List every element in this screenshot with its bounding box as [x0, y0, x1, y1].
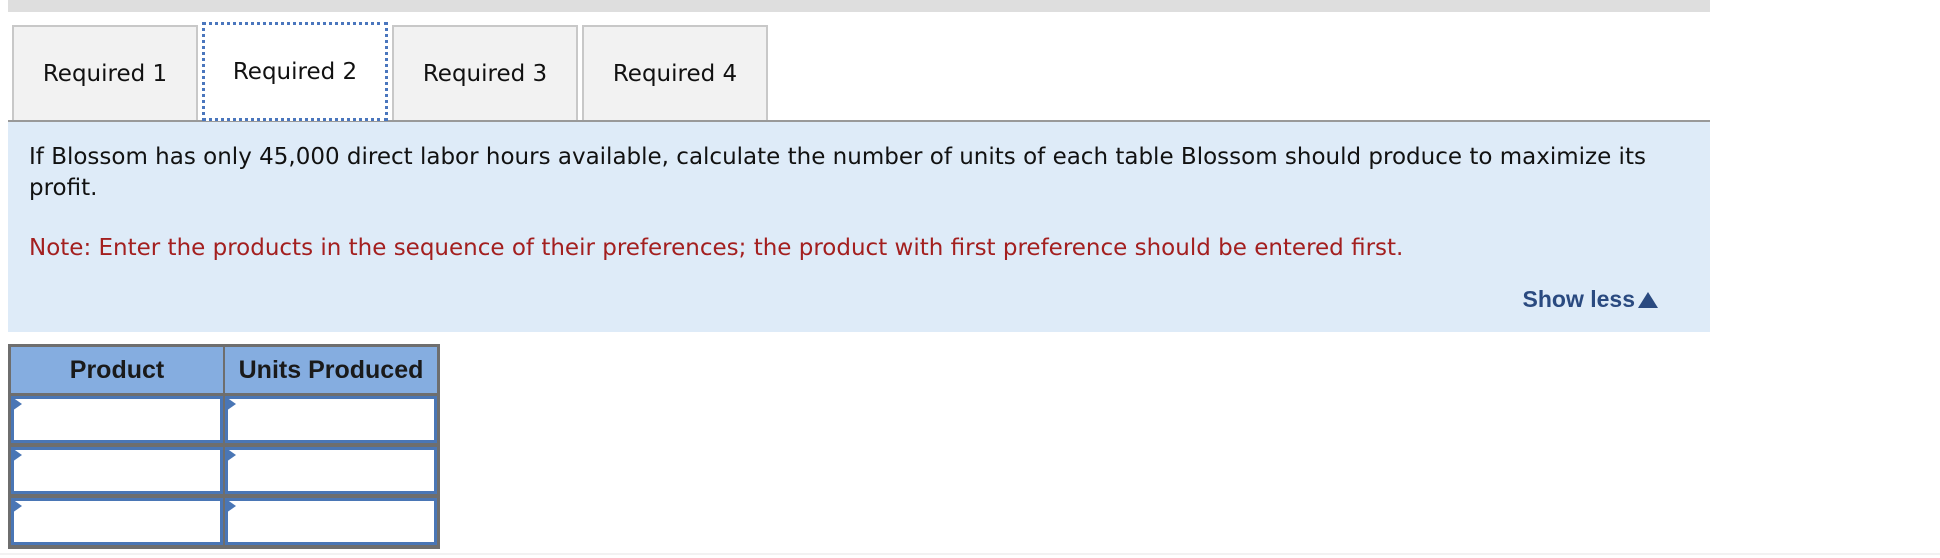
- units-input-1[interactable]: [228, 399, 434, 440]
- answer-table: Product Units Produced: [8, 344, 440, 549]
- units-input-3[interactable]: [228, 501, 434, 542]
- triangle-up-icon: [1638, 291, 1658, 308]
- table-row: [8, 444, 440, 497]
- units-cell: [225, 396, 437, 443]
- tab-required-3[interactable]: Required 3: [392, 25, 578, 121]
- question-text: If Blossom has only 45,000 direct labor …: [29, 144, 1646, 201]
- header-product: Product: [8, 344, 225, 395]
- question-panel: If Blossom has only 45,000 direct labor …: [8, 122, 1710, 332]
- tab-required-1[interactable]: Required 1: [12, 25, 198, 121]
- product-input-2[interactable]: [14, 450, 220, 491]
- table-row: [8, 393, 440, 446]
- product-cell: [11, 447, 223, 494]
- tab-bar: Required 1 Required 2 Required 3 Require…: [12, 22, 772, 121]
- units-cell: [225, 447, 437, 494]
- product-input-1[interactable]: [14, 399, 220, 440]
- product-cell: [11, 498, 223, 545]
- header-units-produced: Units Produced: [223, 344, 440, 395]
- product-input-3[interactable]: [14, 501, 220, 542]
- tab-required-4[interactable]: Required 4: [582, 25, 768, 121]
- tab-required-2[interactable]: Required 2: [202, 22, 388, 121]
- product-cell: [11, 396, 223, 443]
- table-header-row: Product Units Produced: [8, 344, 440, 395]
- show-less-link[interactable]: Show less: [1523, 286, 1658, 313]
- units-input-2[interactable]: [228, 450, 434, 491]
- bottom-divider: [0, 553, 1940, 555]
- note-text: Note: Enter the products in the sequence…: [29, 235, 1404, 261]
- units-cell: [225, 498, 437, 545]
- top-bar: [8, 0, 1710, 12]
- show-less-label: Show less: [1522, 286, 1635, 312]
- table-row: [8, 495, 440, 549]
